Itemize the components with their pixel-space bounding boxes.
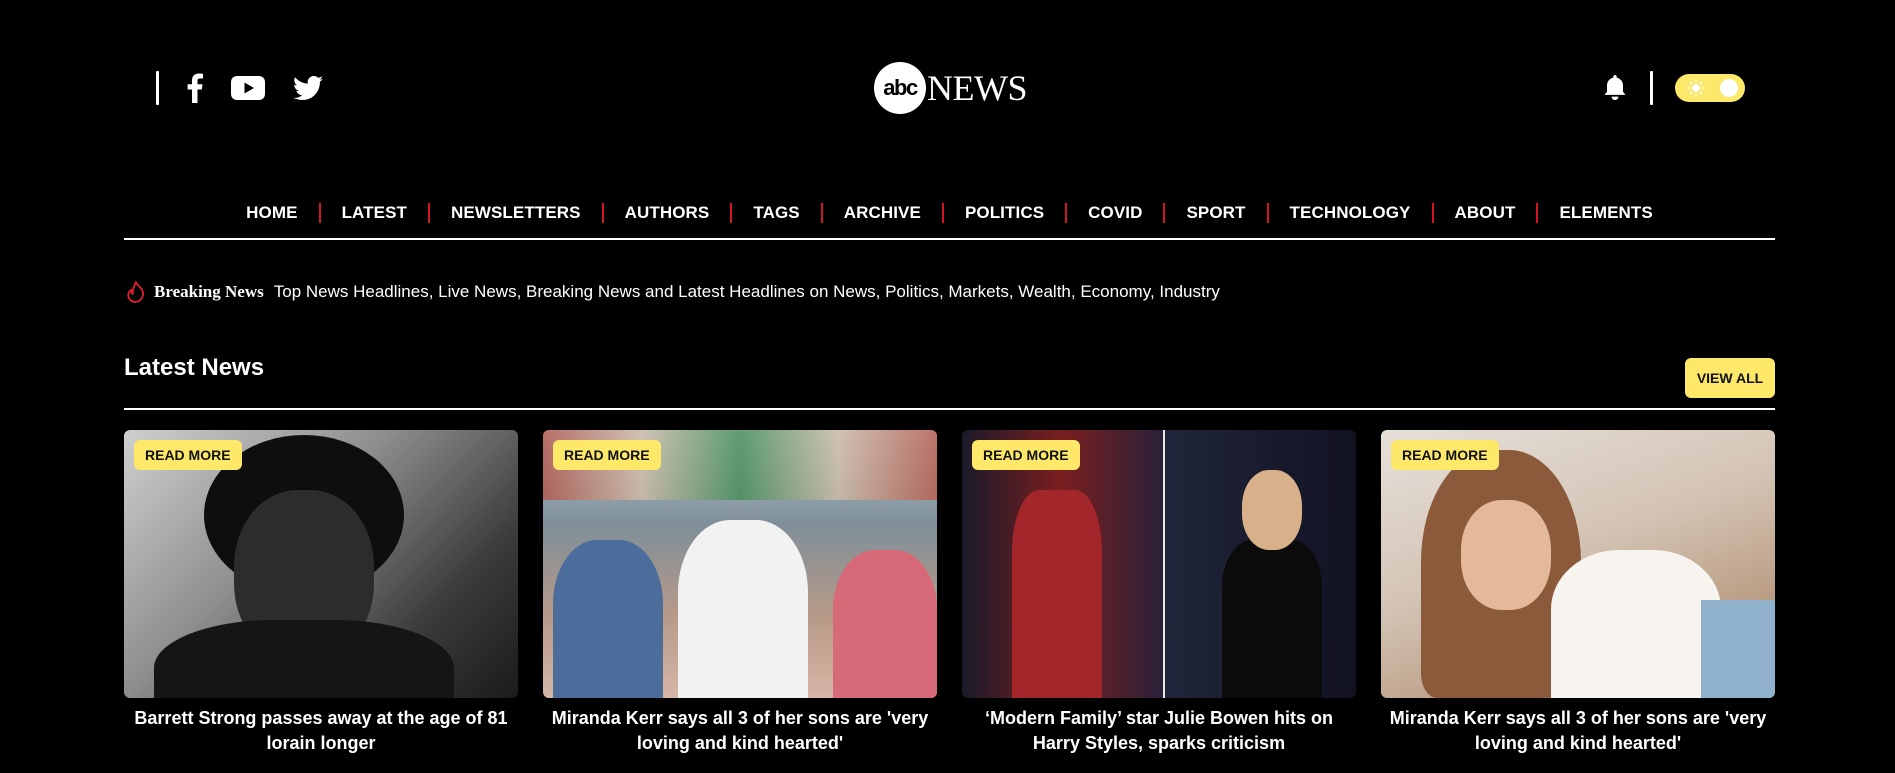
twitter-icon[interactable] xyxy=(293,76,323,100)
site-logo[interactable]: abc NEWS xyxy=(874,62,1028,114)
nav-item-latest: LATEST xyxy=(321,203,428,223)
latest-news-header: Latest News VIEW ALL xyxy=(124,348,1775,410)
youtube-icon[interactable] xyxy=(231,76,265,100)
facebook-icon[interactable] xyxy=(187,73,203,103)
nav-link-home[interactable]: HOME xyxy=(225,203,318,223)
news-card: READ MORE Miranda Kerr says all 3 of her… xyxy=(543,430,937,756)
nav-item-archive: ARCHIVE xyxy=(823,203,942,223)
nav-item-about: ABOUT xyxy=(1434,203,1537,223)
social-links xyxy=(156,70,323,106)
nav-link-politics[interactable]: POLITICS xyxy=(944,203,1065,223)
nav-link-authors[interactable]: AUTHORS xyxy=(604,203,731,223)
header-tools xyxy=(1604,70,1745,106)
nav-item-politics: POLITICS xyxy=(944,203,1065,223)
news-thumbnail[interactable]: READ MORE xyxy=(124,430,518,698)
nav-link-about[interactable]: ABOUT xyxy=(1434,203,1537,223)
breaking-tag: Breaking News xyxy=(154,282,264,301)
news-card: READ MORE ‘Modern Family’ star Julie Bow… xyxy=(962,430,1356,756)
breaking-headline[interactable]: Top News Headlines, Live News, Breaking … xyxy=(274,282,1220,302)
breaking-news-bar: Breaking News Top News Headlines, Live N… xyxy=(126,280,1220,304)
nav-item-newsletters: NEWSLETTERS xyxy=(430,203,602,223)
news-title[interactable]: Miranda Kerr says all 3 of her sons are … xyxy=(1381,706,1775,756)
logo-mark: abc xyxy=(874,62,926,114)
news-title[interactable]: ‘Modern Family’ star Julie Bowen hits on… xyxy=(962,706,1356,756)
news-card: READ MORE Barrett Strong passes away at … xyxy=(124,430,518,756)
logo-text: NEWS xyxy=(927,68,1028,108)
site-header: abc NEWS xyxy=(0,0,1895,150)
news-thumbnail[interactable]: READ MORE xyxy=(1381,430,1775,698)
nav-item-tags: TAGS xyxy=(732,203,820,223)
nav-item-authors: AUTHORS xyxy=(604,203,731,223)
news-title[interactable]: Barrett Strong passes away at the age of… xyxy=(124,706,518,756)
nav-link-technology[interactable]: TECHNOLOGY xyxy=(1269,203,1432,223)
nav-list: HOME LATEST NEWSLETTERS AUTHORS TAGS ARCHIVE P… xyxy=(124,192,1775,228)
theme-toggle[interactable] xyxy=(1675,74,1745,102)
section-title: Latest News xyxy=(124,354,265,381)
read-more-button[interactable]: READ MORE xyxy=(1391,440,1499,470)
nav-link-latest[interactable]: LATEST xyxy=(321,203,428,223)
nav-item-home: HOME xyxy=(225,203,318,223)
nav-item-sport: SPORT xyxy=(1165,203,1266,223)
nav-item-technology: TECHNOLOGY xyxy=(1269,203,1432,223)
nav-item-elements: ELEMENTS xyxy=(1538,203,1673,223)
news-card: READ MORE Miranda Kerr says all 3 of her… xyxy=(1381,430,1775,756)
sun-icon xyxy=(1687,79,1705,97)
view-all-button[interactable]: VIEW ALL xyxy=(1685,358,1775,398)
toggle-knob xyxy=(1720,79,1738,97)
nav-item-covid: COVID xyxy=(1067,203,1163,223)
read-more-button[interactable]: READ MORE xyxy=(553,440,661,470)
nav-link-tags[interactable]: TAGS xyxy=(732,203,820,223)
news-title[interactable]: Miranda Kerr says all 3 of her sons are … xyxy=(543,706,937,756)
divider xyxy=(156,71,159,105)
read-more-button[interactable]: READ MORE xyxy=(134,440,242,470)
nav-link-archive[interactable]: ARCHIVE xyxy=(823,203,942,223)
nav-link-newsletters[interactable]: NEWSLETTERS xyxy=(430,203,602,223)
nav-link-elements[interactable]: ELEMENTS xyxy=(1538,203,1673,223)
read-more-button[interactable]: READ MORE xyxy=(972,440,1080,470)
news-thumbnail[interactable]: READ MORE xyxy=(543,430,937,698)
main-nav: HOME LATEST NEWSLETTERS AUTHORS TAGS ARCHIVE P… xyxy=(124,192,1775,240)
news-thumbnail[interactable]: READ MORE xyxy=(962,430,1356,698)
notification-bell-icon[interactable] xyxy=(1604,75,1626,101)
divider xyxy=(1650,71,1653,105)
nav-link-sport[interactable]: SPORT xyxy=(1165,203,1266,223)
flame-icon xyxy=(127,281,144,303)
nav-link-covid[interactable]: COVID xyxy=(1067,203,1163,223)
news-card-list: READ MORE Barrett Strong passes away at … xyxy=(124,430,1775,756)
